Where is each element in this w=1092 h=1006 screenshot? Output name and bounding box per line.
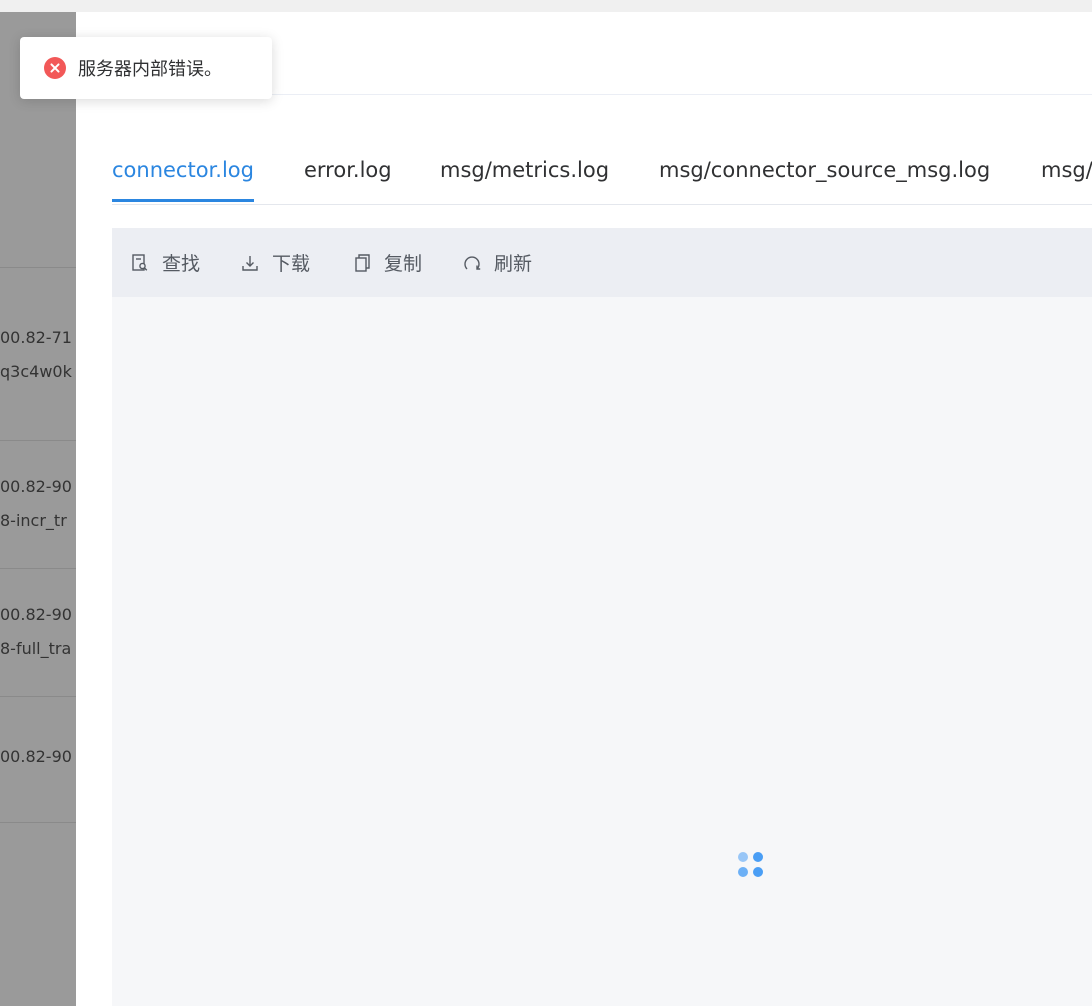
tab-connector-source-msg-log[interactable]: msg/connector_source_msg.log — [659, 150, 990, 202]
tab-connector-log[interactable]: connector.log — [112, 150, 254, 202]
find-label: 查找 — [162, 253, 201, 275]
list-item-line1: 00.82-90 — [0, 605, 72, 624]
search-doc-icon — [132, 253, 148, 271]
list-item: 00.82-90 — [0, 696, 76, 823]
list-item-line2: 8-full_tra — [0, 639, 72, 658]
copy-label: 复制 — [384, 253, 423, 275]
log-toolbar: 查找 下载 复制 刷新 — [112, 228, 1092, 297]
list-item-line1: 00.82-90 — [0, 747, 72, 766]
loading-dots-icon — [736, 850, 766, 880]
refresh-icon — [464, 255, 481, 270]
list-item-line1: 00.82-71 — [0, 328, 72, 347]
tab-msg-truncated[interactable]: msg/ — [1041, 150, 1092, 202]
toast-message: 服务器内部错误。 — [78, 59, 222, 80]
list-item: 00.82-90 8-incr_tr — [0, 440, 76, 569]
list-item-line1: 00.82-90 — [0, 477, 72, 496]
copy-icon — [355, 253, 370, 272]
download-label: 下载 — [272, 253, 311, 275]
log-file-tabs: connector.log error.log msg/metrics.log … — [112, 150, 1092, 205]
refresh-button[interactable]: 刷新 — [462, 228, 532, 297]
tab-metrics-log[interactable]: msg/metrics.log — [440, 150, 609, 202]
log-drawer: connector.log error.log msg/metrics.log … — [76, 12, 1092, 1006]
download-button[interactable]: 下载 — [240, 228, 310, 297]
list-item-line2: 8-incr_tr — [0, 511, 67, 530]
error-toast: 服务器内部错误。 — [20, 37, 272, 99]
refresh-label: 刷新 — [494, 253, 533, 275]
list-item — [0, 822, 76, 1003]
log-content-panel: 查找 下载 复制 刷新 — [112, 228, 1092, 1006]
list-item: 00.82-71 q3c4w0k — [0, 267, 76, 440]
download-icon — [242, 255, 258, 271]
background-list-overlay: 00.82-71 q3c4w0k 00.82-90 8-incr_tr 00.8… — [0, 12, 76, 1006]
error-circle-icon — [44, 57, 66, 79]
find-button[interactable]: 查找 — [130, 228, 200, 297]
tab-error-log[interactable]: error.log — [304, 150, 392, 202]
list-item-line2: q3c4w0k — [0, 362, 72, 381]
list-item: 00.82-90 8-full_tra — [0, 568, 76, 697]
copy-button[interactable]: 复制 — [352, 228, 422, 297]
